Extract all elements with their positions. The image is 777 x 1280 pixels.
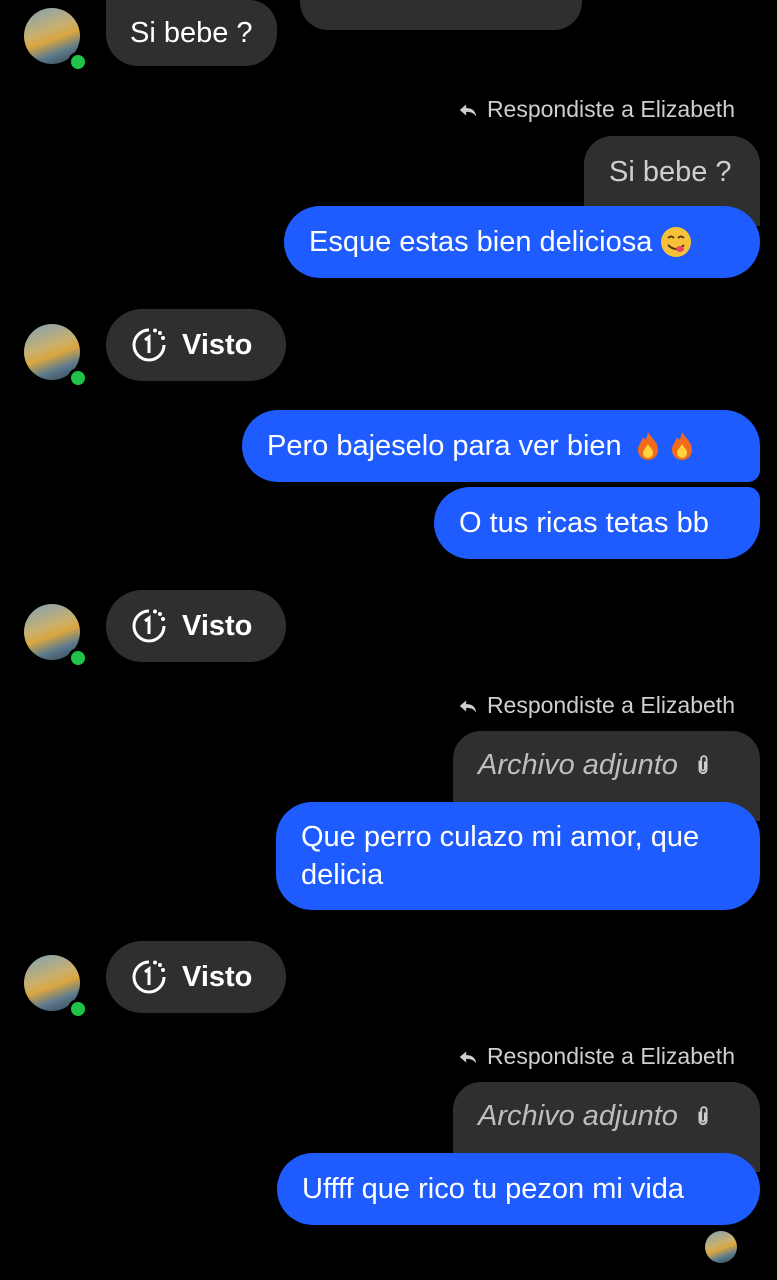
quoted-text: Archivo adjunto [478,749,678,781]
message-text: Si bebe ? [130,17,253,49]
online-status-dot [68,999,88,1019]
reply-arrow-icon [459,104,477,116]
fire-emoji [671,432,692,460]
incoming-message[interactable]: Si bebe ? [106,0,277,66]
quoted-text: Archivo adjunto [478,1100,678,1132]
online-status-dot [68,648,88,668]
attachment-clip-icon [698,1106,708,1126]
reply-header-text: Respondiste a Elizabeth [486,1043,735,1069]
outgoing-message[interactable]: Uffff que rico tu pezon mi vida [277,1153,760,1225]
seen-label: Visto [182,961,253,993]
reply-arrow-icon [459,1051,477,1063]
reply-arrow-icon [459,700,477,712]
attachment-clip-icon [698,755,708,775]
online-status-dot [68,368,88,388]
reply-header-text: Respondiste a Elizabeth [486,692,735,718]
view-once-icon [132,960,166,994]
reply-header-text: Respondiste a Elizabeth [486,96,735,122]
read-receipt-avatar [705,1231,737,1263]
message-text: Uffff que rico tu pezon mi vida [302,1173,685,1205]
outgoing-message[interactable]: Pero bajeselo para ver bien [242,410,760,482]
view-once-message[interactable]: Visto [106,309,286,381]
contact-avatar[interactable] [24,955,88,1019]
fire-emoji [637,432,658,460]
outgoing-message[interactable]: Que perro culazo mi amor, que delicia [276,802,760,910]
seen-label: Visto [182,610,253,642]
contact-avatar[interactable] [24,8,88,72]
outgoing-message[interactable]: O tus ricas tetas bb [434,487,760,559]
view-once-message[interactable]: Visto [106,590,286,662]
view-once-icon [132,609,166,643]
message-text-line: delicia [301,859,384,891]
cropped-previous-bubble [300,0,582,30]
quoted-text: Si bebe ? [609,156,732,188]
online-status-dot [68,52,88,72]
message-text: O tus ricas tetas bb [459,507,709,539]
message-text: Pero bajeselo para ver bien [267,430,622,462]
reply-header: Respondiste a Elizabeth [457,692,735,719]
outgoing-message[interactable]: Esque estas bien deliciosa [284,206,760,278]
contact-avatar[interactable] [24,324,88,388]
reply-header: Respondiste a Elizabeth [457,96,735,123]
seen-label: Visto [182,329,253,361]
message-text: Esque estas bien deliciosa [309,226,653,258]
contact-avatar[interactable] [24,604,88,668]
view-once-icon [132,328,166,362]
reply-header: Respondiste a Elizabeth [457,1043,735,1070]
message-text-line: Que perro culazo mi amor, que [301,821,700,853]
view-once-message[interactable]: Visto [106,941,286,1013]
savoring-food-emoji [661,227,692,257]
